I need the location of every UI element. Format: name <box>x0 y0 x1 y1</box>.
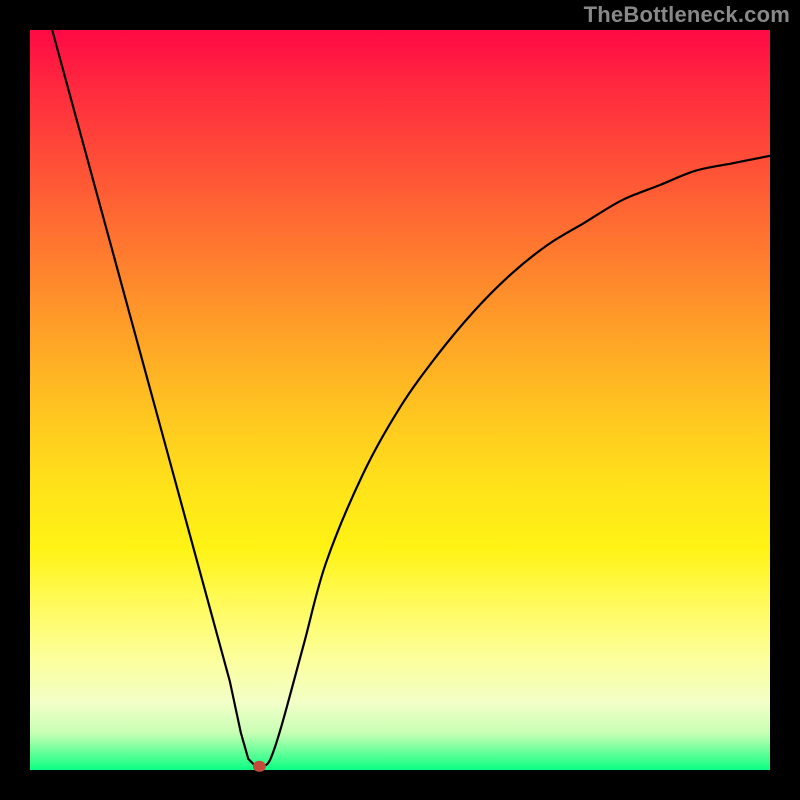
bottleneck-curve-line <box>52 30 770 767</box>
chart-container: TheBottleneck.com <box>0 0 800 800</box>
bottleneck-curve-svg <box>30 30 770 770</box>
watermark-text: TheBottleneck.com <box>584 2 790 28</box>
minimum-marker-dot <box>253 761 265 771</box>
